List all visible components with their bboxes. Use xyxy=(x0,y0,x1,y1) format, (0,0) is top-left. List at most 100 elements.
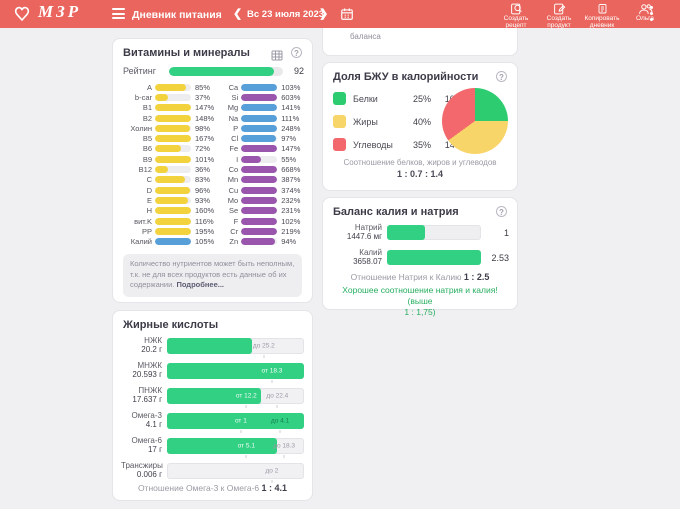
nutrient-percent: 147% xyxy=(195,103,215,113)
prev-day-button[interactable]: ❮ xyxy=(233,7,242,20)
norm-marker: от 5.1 xyxy=(237,442,255,449)
nutrient-percent: 167% xyxy=(195,134,215,144)
nutrient-label: Fe xyxy=(229,144,239,154)
nutrient-row: H 160% xyxy=(119,206,215,216)
nutrient-row: Zn 94% xyxy=(219,236,308,246)
logo-text[interactable]: МЗР xyxy=(38,2,81,22)
nutrient-row: Mo 232% xyxy=(219,195,308,205)
nutrient-percent: 219% xyxy=(281,226,301,236)
nutrient-bar-fill xyxy=(241,93,278,101)
nutrient-percent: 147% xyxy=(281,144,301,154)
nutrient-percent: 248% xyxy=(281,123,301,133)
copy-diary-button[interactable]: Копировать дневник xyxy=(583,2,621,30)
balance-row: Натрий 1447.6 мг 1 xyxy=(331,223,509,241)
nutrient-label: Se xyxy=(229,206,239,216)
nutrient-bar xyxy=(241,155,278,163)
nutrient-label: Cr xyxy=(230,226,239,236)
create-product-button[interactable]: Создать продукт xyxy=(540,2,578,30)
nutrient-label: Na xyxy=(228,113,239,123)
fatty-acid-label: Омега-3 4.1 г xyxy=(121,411,167,430)
nutrient-bar-fill xyxy=(241,227,278,235)
norm-tick xyxy=(263,354,265,358)
legend-percent: 40% xyxy=(412,116,431,127)
bju-card: Доля БЖУ в калорийности ? Белки25%102гЖи… xyxy=(322,62,518,191)
nutrient-percent: 195% xyxy=(195,226,215,236)
current-date[interactable]: Вс 23 июля 2023 xyxy=(247,9,324,20)
nutrient-label: Mn xyxy=(227,175,239,185)
legend-name: Углеводы xyxy=(353,139,393,150)
nutrient-bar-fill xyxy=(155,176,185,184)
fatty-acid-label: Омега-6 17 г xyxy=(121,436,167,455)
nutrient-bar xyxy=(155,196,191,204)
action-label: продукт xyxy=(547,22,571,30)
nutrient-row: B9 101% xyxy=(119,154,214,164)
create-recipe-button[interactable]: Создать рецепт xyxy=(497,2,535,30)
norm-marker: от 12.2 xyxy=(235,392,257,399)
app-viewport: МЗР Дневник питания ❮ Вс 23 июля 2023 ❯ … xyxy=(0,0,680,509)
norm-tick xyxy=(283,454,285,458)
logo-heart-icon[interactable] xyxy=(13,5,31,23)
nutrient-bar xyxy=(155,124,191,132)
nutrient-percent: 93% xyxy=(195,195,211,205)
fatty-acid-amount: 20.593 г xyxy=(132,369,162,379)
balance-status-text: Хорошее соотношение натрия и калия! (выш… xyxy=(329,285,511,318)
menu-icon[interactable] xyxy=(112,8,125,19)
nutrient-row: Na 111% xyxy=(219,113,308,123)
next-day-button[interactable]: ❯ xyxy=(319,7,328,20)
nutrient-bar-fill xyxy=(241,135,277,143)
omega-ratio-caption: Отношение Омега-3 к Омега-6 1 : 4.1 xyxy=(113,483,312,493)
fatty-acid-amount: 20.2 г xyxy=(141,344,162,354)
nutrient-bar xyxy=(241,145,278,153)
nutrient-percent: 83% xyxy=(195,175,211,185)
nutrient-label: F xyxy=(233,216,239,226)
fatty-acids-card: Жирные кислоты НЖК 20.2 г до 25.2 МНЖК 20.59… xyxy=(112,310,313,501)
nutrient-bar xyxy=(241,83,278,91)
nutrient-bar-fill xyxy=(155,227,191,235)
help-icon[interactable]: ? xyxy=(496,206,507,217)
nutrient-row: Cr 219% xyxy=(219,226,308,236)
fatty-acid-bar-fill xyxy=(167,362,304,379)
norm-tick xyxy=(245,454,247,458)
nutrient-percent: 116% xyxy=(195,216,214,226)
nutrient-row: Ca 103% xyxy=(219,82,308,92)
fatty-acid-row: МНЖК 20.593 г от 18.3 xyxy=(121,361,304,383)
fatty-acid-bar: до 2 xyxy=(167,462,304,483)
nutrient-row: Co 668% xyxy=(219,164,308,174)
legend-swatch xyxy=(333,115,346,128)
fatty-acid-bar-fill xyxy=(167,337,252,354)
balance-value: 2.53 xyxy=(491,252,509,263)
norm-marker: до 2 xyxy=(265,467,279,474)
nutrient-bar-fill xyxy=(155,186,190,194)
norm-tick xyxy=(240,429,242,433)
fatty-acid-bar: от 5.1 до 18.3 xyxy=(167,437,304,458)
nutrient-bar xyxy=(241,124,278,132)
nutrient-bar-fill xyxy=(241,124,278,132)
rating-bar-fill xyxy=(169,66,274,76)
help-icon[interactable]: ? xyxy=(496,71,507,82)
rating-value: 92 xyxy=(293,66,304,76)
fatty-acid-bar: от 12.2 до 22.4 xyxy=(167,387,304,408)
user-button[interactable]: Ольга xyxy=(626,2,664,22)
fatty-acid-row: Омега-3 4.1 г от 1 до 4.1 xyxy=(121,411,304,433)
balance-status-line1: Хорошее соотношение натрия и калия! (выш… xyxy=(342,285,498,307)
nutrient-bar xyxy=(241,166,278,174)
help-icon[interactable]: ? xyxy=(291,47,302,58)
nutrient-percent: 668% xyxy=(281,165,301,175)
table-view-icon[interactable] xyxy=(271,48,283,66)
bju-card-title: Доля БЖУ в калорийности xyxy=(333,71,479,83)
nutrient-bar xyxy=(155,166,191,174)
nutrient-label: Zn xyxy=(229,237,239,247)
nutrient-label: C xyxy=(146,175,152,185)
norm-marker: от 1 xyxy=(234,417,247,424)
nutrient-row: Mn 387% xyxy=(219,175,308,185)
fatty-acid-label: НЖК 20.2 г xyxy=(121,336,167,355)
nutrient-percent: 160% xyxy=(195,206,215,216)
kebab-menu-icon[interactable] xyxy=(650,6,653,24)
calendar-icon[interactable] xyxy=(340,7,354,26)
nutrient-label: P xyxy=(233,123,239,133)
norm-marker: от 18.3 xyxy=(261,367,283,374)
balance-card: Баланс калия и натрия ? Натрий 1447.6 мг 1… xyxy=(322,197,518,317)
fatty-acid-label: МНЖК 20.593 г xyxy=(121,361,167,380)
nutrient-label: E xyxy=(146,195,152,205)
more-link[interactable]: Подробнее... xyxy=(176,280,224,289)
